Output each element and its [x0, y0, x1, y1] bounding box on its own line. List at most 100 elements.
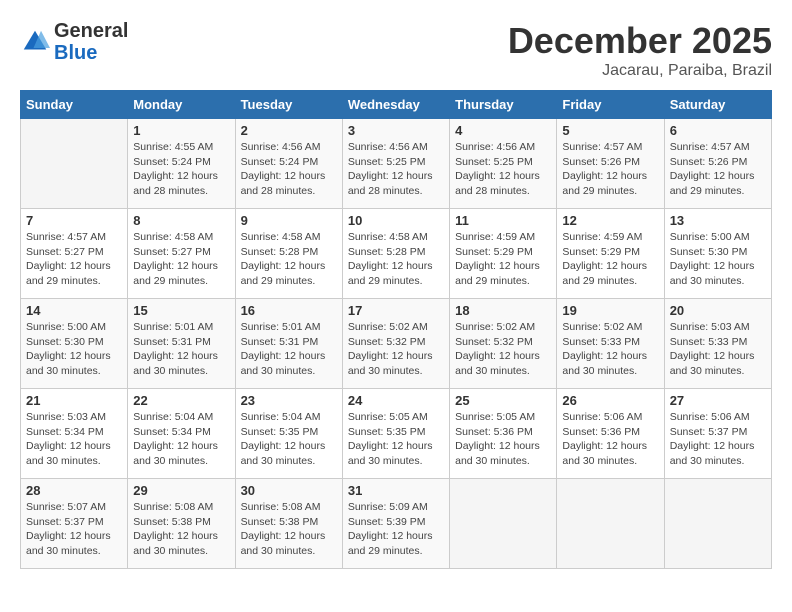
day-number: 26	[562, 393, 658, 408]
calendar-cell: 2Sunrise: 4:56 AM Sunset: 5:24 PM Daylig…	[235, 119, 342, 209]
calendar-cell	[664, 479, 771, 569]
calendar-cell: 21Sunrise: 5:03 AM Sunset: 5:34 PM Dayli…	[21, 389, 128, 479]
day-info: Sunrise: 5:04 AM Sunset: 5:34 PM Dayligh…	[133, 410, 229, 469]
calendar-week-row: 14 Sunrise: 5:00 AM Sunset: 5:30 PM Dayli…	[21, 299, 772, 389]
day-number: 28	[26, 483, 122, 498]
calendar-cell: 31Sunrise: 5:09 AM Sunset: 5:39 PM Dayli…	[342, 479, 449, 569]
day-number: 30	[241, 483, 337, 498]
calendar-cell: 3Sunrise: 4:56 AM Sunset: 5:25 PM Daylig…	[342, 119, 449, 209]
page-header: General Blue December 2025 Jacarau, Para…	[20, 20, 772, 80]
weekday-header-tuesday: Tuesday	[235, 91, 342, 119]
day-number: 11	[455, 213, 551, 228]
calendar-cell: 1 Sunrise: 4:55 AM Sunset: 5:24 PM Daylig…	[128, 119, 235, 209]
day-info: Sunrise: 5:01 AM Sunset: 5:31 PM Dayligh…	[133, 320, 229, 379]
day-info: Sunrise: 5:00 AM Sunset: 5:30 PM Dayligh…	[26, 320, 122, 379]
calendar-cell: 27 Sunrise: 5:06 AM Sunset: 5:37 PM Dayli…	[664, 389, 771, 479]
calendar-cell: 18Sunrise: 5:02 AM Sunset: 5:32 PM Dayli…	[450, 299, 557, 389]
day-number: 16	[241, 303, 337, 318]
logo: General Blue	[20, 20, 128, 64]
day-info: Sunrise: 4:57 AM Sunset: 5:26 PM Dayligh…	[562, 140, 658, 199]
day-info: Sunrise: 5:08 AM Sunset: 5:38 PM Dayligh…	[133, 500, 229, 559]
weekday-header-row: SundayMondayTuesdayWednesdayThursdayFrid…	[21, 91, 772, 119]
calendar-cell	[21, 119, 128, 209]
day-number: 14	[26, 303, 122, 318]
weekday-header-thursday: Thursday	[450, 91, 557, 119]
calendar-cell: 30Sunrise: 5:08 AM Sunset: 5:38 PM Dayli…	[235, 479, 342, 569]
month-title: December 2025	[508, 20, 772, 62]
calendar-week-row: 28 Sunrise: 5:07 AM Sunset: 5:37 PM Dayli…	[21, 479, 772, 569]
calendar-cell: 8Sunrise: 4:58 AM Sunset: 5:27 PM Daylig…	[128, 209, 235, 299]
day-info: Sunrise: 4:57 AM Sunset: 5:27 PM Dayligh…	[26, 230, 122, 289]
day-info: Sunrise: 5:06 AM Sunset: 5:37 PM Dayligh…	[670, 410, 766, 469]
day-number: 17	[348, 303, 444, 318]
day-info: Sunrise: 5:02 AM Sunset: 5:33 PM Dayligh…	[562, 320, 658, 379]
day-number: 27	[670, 393, 766, 408]
day-number: 12	[562, 213, 658, 228]
day-info: Sunrise: 5:03 AM Sunset: 5:33 PM Dayligh…	[670, 320, 766, 379]
calendar-cell: 12 Sunrise: 4:59 AM Sunset: 5:29 PM Dayli…	[557, 209, 664, 299]
calendar-cell: 17 Sunrise: 5:02 AM Sunset: 5:32 PM Dayli…	[342, 299, 449, 389]
day-number: 24	[348, 393, 444, 408]
title-block: December 2025 Jacarau, Paraiba, Brazil	[508, 20, 772, 80]
day-number: 7	[26, 213, 122, 228]
location-text: Jacarau, Paraiba, Brazil	[508, 62, 772, 80]
day-info: Sunrise: 4:59 AM Sunset: 5:29 PM Dayligh…	[455, 230, 551, 289]
calendar-cell: 22 Sunrise: 5:04 AM Sunset: 5:34 PM Dayli…	[128, 389, 235, 479]
weekday-header-friday: Friday	[557, 91, 664, 119]
calendar-cell: 26 Sunrise: 5:06 AM Sunset: 5:36 PM Dayli…	[557, 389, 664, 479]
calendar-cell: 15 Sunrise: 5:01 AM Sunset: 5:31 PM Dayli…	[128, 299, 235, 389]
calendar-cell: 6 Sunrise: 4:57 AM Sunset: 5:26 PM Daylig…	[664, 119, 771, 209]
day-info: Sunrise: 4:58 AM Sunset: 5:28 PM Dayligh…	[348, 230, 444, 289]
calendar-cell: 11 Sunrise: 4:59 AM Sunset: 5:29 PM Dayli…	[450, 209, 557, 299]
calendar-week-row: 1 Sunrise: 4:55 AM Sunset: 5:24 PM Daylig…	[21, 119, 772, 209]
day-number: 15	[133, 303, 229, 318]
day-number: 10	[348, 213, 444, 228]
day-number: 6	[670, 123, 766, 138]
calendar-cell: 19 Sunrise: 5:02 AM Sunset: 5:33 PM Dayli…	[557, 299, 664, 389]
weekday-header-monday: Monday	[128, 91, 235, 119]
day-number: 19	[562, 303, 658, 318]
day-info: Sunrise: 5:06 AM Sunset: 5:36 PM Dayligh…	[562, 410, 658, 469]
day-info: Sunrise: 4:58 AM Sunset: 5:27 PM Dayligh…	[133, 230, 229, 289]
day-info: Sunrise: 5:05 AM Sunset: 5:35 PM Dayligh…	[348, 410, 444, 469]
calendar-cell: 23Sunrise: 5:04 AM Sunset: 5:35 PM Dayli…	[235, 389, 342, 479]
day-number: 1	[133, 123, 229, 138]
day-info: Sunrise: 4:57 AM Sunset: 5:26 PM Dayligh…	[670, 140, 766, 199]
calendar-week-row: 7 Sunrise: 4:57 AM Sunset: 5:27 PM Daylig…	[21, 209, 772, 299]
day-number: 29	[133, 483, 229, 498]
calendar-table: SundayMondayTuesdayWednesdayThursdayFrid…	[20, 90, 772, 569]
day-number: 18	[455, 303, 551, 318]
calendar-cell: 7 Sunrise: 4:57 AM Sunset: 5:27 PM Daylig…	[21, 209, 128, 299]
calendar-cell: 16 Sunrise: 5:01 AM Sunset: 5:31 PM Dayli…	[235, 299, 342, 389]
weekday-header-wednesday: Wednesday	[342, 91, 449, 119]
weekday-header-saturday: Saturday	[664, 91, 771, 119]
calendar-cell: 24 Sunrise: 5:05 AM Sunset: 5:35 PM Dayli…	[342, 389, 449, 479]
day-number: 3	[348, 123, 444, 138]
day-number: 9	[241, 213, 337, 228]
day-number: 13	[670, 213, 766, 228]
day-info: Sunrise: 4:58 AM Sunset: 5:28 PM Dayligh…	[241, 230, 337, 289]
logo-general-text: General	[54, 20, 128, 42]
day-info: Sunrise: 5:02 AM Sunset: 5:32 PM Dayligh…	[348, 320, 444, 379]
calendar-cell: 13 Sunrise: 5:00 AM Sunset: 5:30 PM Dayli…	[664, 209, 771, 299]
day-info: Sunrise: 5:00 AM Sunset: 5:30 PM Dayligh…	[670, 230, 766, 289]
day-info: Sunrise: 4:56 AM Sunset: 5:24 PM Dayligh…	[241, 140, 337, 199]
calendar-cell: 4Sunrise: 4:56 AM Sunset: 5:25 PM Daylig…	[450, 119, 557, 209]
day-info: Sunrise: 5:07 AM Sunset: 5:37 PM Dayligh…	[26, 500, 122, 559]
day-info: Sunrise: 4:59 AM Sunset: 5:29 PM Dayligh…	[562, 230, 658, 289]
day-info: Sunrise: 5:01 AM Sunset: 5:31 PM Dayligh…	[241, 320, 337, 379]
day-number: 21	[26, 393, 122, 408]
day-number: 5	[562, 123, 658, 138]
calendar-cell: 14 Sunrise: 5:00 AM Sunset: 5:30 PM Dayli…	[21, 299, 128, 389]
calendar-cell	[557, 479, 664, 569]
logo-blue-text: Blue	[54, 42, 97, 64]
day-info: Sunrise: 5:05 AM Sunset: 5:36 PM Dayligh…	[455, 410, 551, 469]
day-number: 23	[241, 393, 337, 408]
day-info: Sunrise: 4:56 AM Sunset: 5:25 PM Dayligh…	[455, 140, 551, 199]
day-number: 22	[133, 393, 229, 408]
calendar-cell: 29 Sunrise: 5:08 AM Sunset: 5:38 PM Dayli…	[128, 479, 235, 569]
calendar-cell: 25Sunrise: 5:05 AM Sunset: 5:36 PM Dayli…	[450, 389, 557, 479]
calendar-cell: 5 Sunrise: 4:57 AM Sunset: 5:26 PM Daylig…	[557, 119, 664, 209]
calendar-week-row: 21Sunrise: 5:03 AM Sunset: 5:34 PM Dayli…	[21, 389, 772, 479]
day-info: Sunrise: 4:55 AM Sunset: 5:24 PM Dayligh…	[133, 140, 229, 199]
